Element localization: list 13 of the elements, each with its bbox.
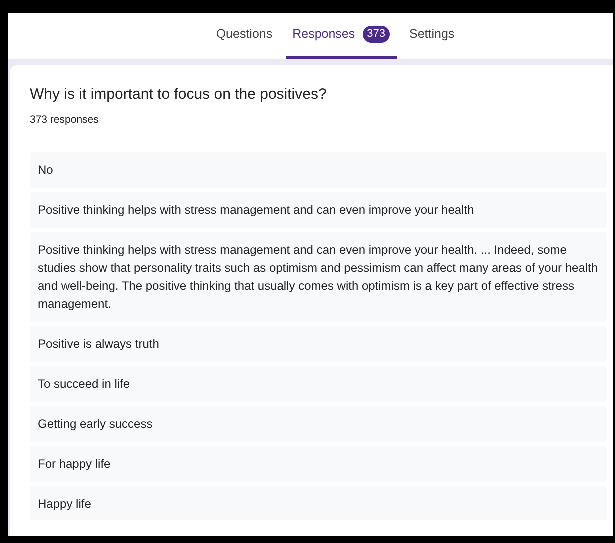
- tab[interactable]: Questions: [209, 13, 280, 59]
- response-item: Happy life: [30, 486, 607, 520]
- response-item: Getting early success: [30, 406, 607, 442]
- response-item: Positive is always truth: [30, 326, 607, 362]
- question-title: Why is it important to focus on the positives?: [30, 85, 328, 105]
- count-badge: 373: [363, 26, 390, 43]
- response-item: Positive thinking helps with stress management and can even improve your health. ... Indeed, some studies show that personality traits such as optimism and pessimism can affect many areas of your health and well-being. The positive thinking that usually comes with optimism is a key part of effective stress management.: [30, 232, 607, 322]
- response-item: To succeed in life: [30, 366, 607, 402]
- response-item: For happy life: [30, 446, 607, 482]
- tab[interactable]: Settings: [402, 13, 462, 59]
- response-count: 373 responses: [30, 113, 100, 128]
- response-item: Positive thinking helps with stress management and can even improve your health: [30, 192, 607, 228]
- response-item: No: [30, 152, 607, 188]
